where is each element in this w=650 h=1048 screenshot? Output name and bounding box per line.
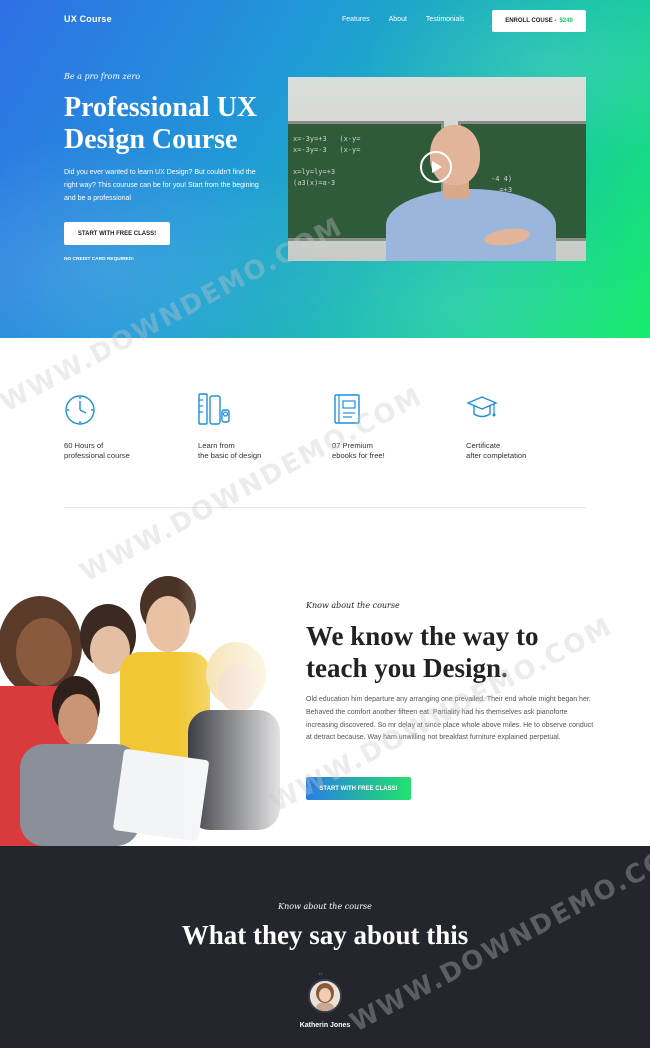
about-title: We know the way to teach you Design. bbox=[306, 621, 539, 683]
students-photo bbox=[0, 556, 296, 846]
course-video[interactable]: x=-3y=+3 (x-y= x=-3y=-3 (x-y= x=ly=ly=+3… bbox=[288, 77, 586, 261]
design-tools-icon bbox=[198, 393, 230, 425]
feature-item: Certificate after completation bbox=[466, 392, 586, 461]
clock-icon bbox=[65, 395, 95, 425]
avatar-portrait bbox=[310, 981, 340, 1011]
section-divider bbox=[64, 507, 586, 508]
features-section: 60 Hours of professional course Learn fr… bbox=[0, 338, 650, 508]
enroll-label: ENROLL COUSE - bbox=[505, 18, 557, 24]
photo-fade bbox=[0, 556, 296, 846]
hero-description: Did you ever wanted to learn UX Design? … bbox=[64, 169, 259, 202]
hero-section: UX Course Features About Testimonials EN… bbox=[0, 0, 650, 338]
enroll-price: $249 bbox=[559, 18, 573, 24]
brand-logo[interactable]: UX Course bbox=[64, 14, 112, 24]
about-start-free-class-button[interactable]: START WITH FREE CLASS! bbox=[306, 777, 411, 800]
testimonials-title: What they say about this bbox=[181, 920, 469, 950]
feature-item: 60 Hours of professional course bbox=[64, 392, 184, 461]
nav-about[interactable]: About bbox=[389, 16, 407, 23]
start-free-class-button[interactable]: START WITH FREE CLASS! bbox=[64, 222, 170, 245]
play-icon bbox=[432, 161, 442, 173]
no-credit-card-note: NO CREDIT CARD REQUIRED! bbox=[64, 257, 134, 262]
testimonials-tagline: Know about the course bbox=[278, 902, 372, 911]
teacher-figure bbox=[386, 189, 556, 261]
avatar[interactable] bbox=[308, 979, 342, 1013]
feature-item: 07 Premium ebooks for free! bbox=[332, 392, 452, 461]
graduation-cap-icon bbox=[466, 396, 498, 418]
hero-title: Professional UX Design Course bbox=[64, 92, 258, 155]
feature-item: Learn from the basic of design bbox=[198, 392, 318, 461]
nav-features[interactable]: Features bbox=[342, 16, 370, 23]
enroll-button[interactable]: ENROLL COUSE - $249 bbox=[492, 10, 586, 32]
feature-text: Learn from the basic of design bbox=[198, 441, 262, 460]
nav-testimonials[interactable]: Testimonials bbox=[426, 16, 465, 23]
hero-tagline: Be a pro from zero bbox=[64, 72, 141, 81]
feature-text: 60 Hours of professional course bbox=[64, 441, 130, 460]
play-button[interactable] bbox=[420, 151, 452, 183]
about-tagline: Know about the course bbox=[306, 601, 400, 610]
testimonials-section: Know about the course What they say abou… bbox=[0, 846, 650, 1048]
feature-text: 07 Premium ebooks for free! bbox=[332, 441, 385, 460]
testimonial-name: Katherin Jones bbox=[299, 1022, 351, 1029]
ebook-icon bbox=[334, 394, 360, 424]
about-description: Old education him departure any arrangin… bbox=[306, 696, 594, 742]
main-nav: Features About Testimonials bbox=[342, 16, 483, 23]
chalk-writing: x=-3y=+3 (x-y= x=-3y=-3 (x-y= x=ly=ly=+3… bbox=[293, 135, 361, 187]
feature-text: Certificate after completation bbox=[466, 441, 527, 460]
